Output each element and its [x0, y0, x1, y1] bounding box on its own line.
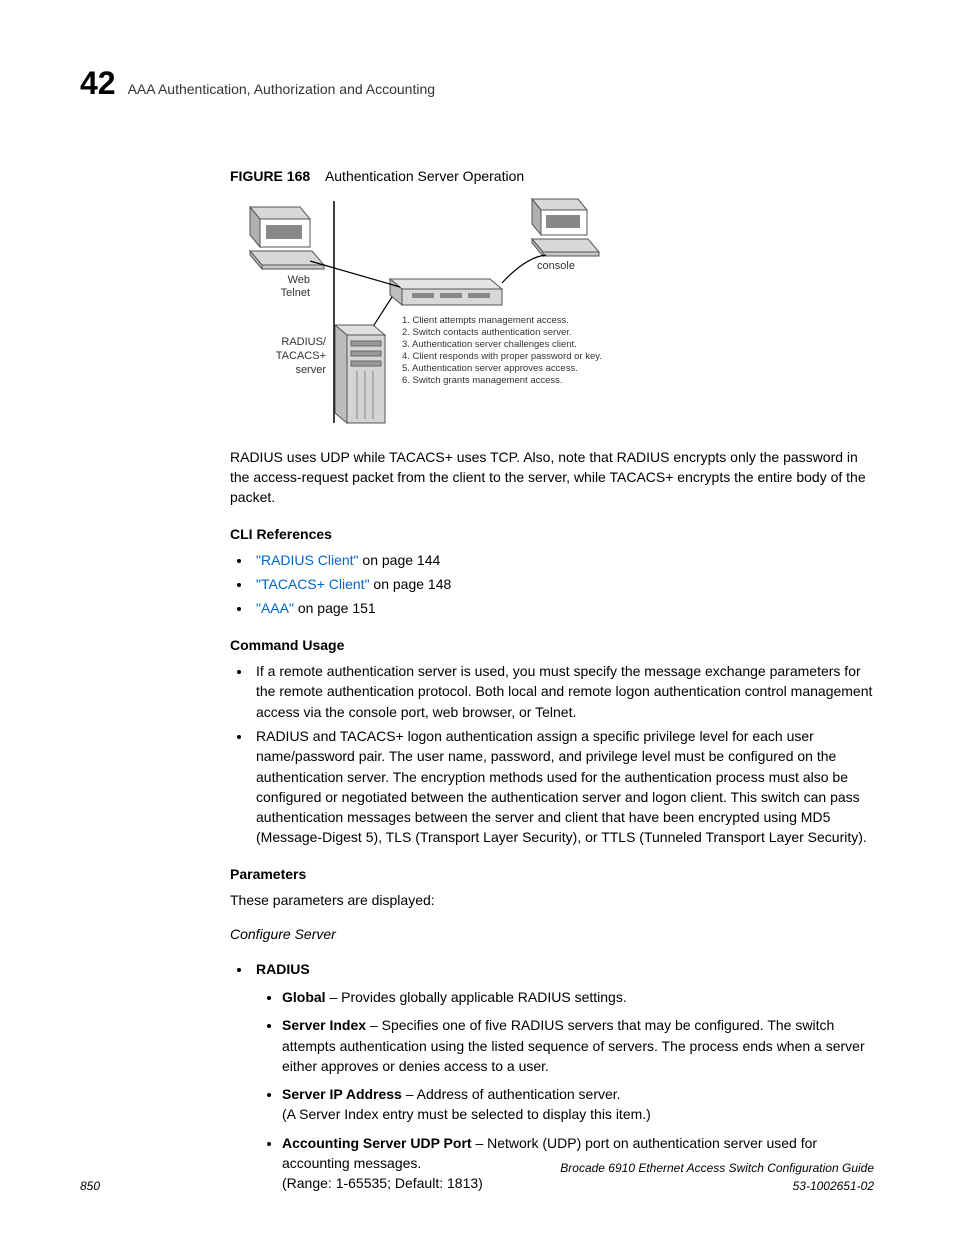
paragraph-intro: RADIUS uses UDP while TACACS+ uses TCP. …	[230, 447, 874, 508]
figure-caption: FIGURE 168 Authentication Server Operati…	[230, 166, 874, 186]
link-tacacs-client[interactable]: "TACACS+ Client"	[256, 576, 370, 592]
param-text: – Address of authentication server.	[402, 1086, 621, 1102]
link-suffix: on page 148	[370, 576, 452, 592]
param-radius: RADIUS	[256, 961, 310, 977]
fig-label-radius3: server	[295, 364, 326, 376]
configure-server-label: Configure Server	[230, 924, 874, 944]
link-suffix: on page 151	[294, 600, 376, 616]
parameters-list: RADIUS Global – Provides globally applic…	[252, 959, 874, 1194]
heading-parameters: Parameters	[230, 864, 874, 884]
list-item: RADIUS and TACACS+ logon authentication …	[252, 726, 874, 848]
page-header: 42 AAA Authentication, Authorization and…	[80, 60, 874, 106]
list-item: RADIUS Global – Provides globally applic…	[252, 959, 874, 1194]
list-item: "TACACS+ Client" on page 148	[252, 574, 874, 594]
fig-label-web: Web	[288, 274, 310, 286]
fig-label-console: console	[537, 260, 575, 272]
figure-label: FIGURE 168	[230, 168, 310, 184]
footer-doc-title: Brocade 6910 Ethernet Access Switch Conf…	[560, 1160, 874, 1177]
param-extra: (A Server Index entry must be selected t…	[282, 1106, 651, 1122]
list-item: If a remote authentication server is use…	[252, 661, 874, 722]
fig-step-1: 1. Client attempts management access.	[402, 315, 569, 326]
param-global: Global	[282, 989, 326, 1005]
param-server-ip: Server IP Address	[282, 1086, 402, 1102]
fig-label-telnet: Telnet	[281, 287, 310, 299]
param-acct-port: Accounting Server UDP Port	[282, 1135, 472, 1151]
fig-step-3: 3. Authentication server challenges clie…	[402, 339, 577, 350]
param-text: – Specifies one of five RADIUS servers t…	[282, 1017, 865, 1074]
list-item: Server Index – Specifies one of five RAD…	[282, 1015, 874, 1076]
fig-step-6: 6. Switch grants management access.	[402, 375, 563, 386]
fig-step-2: 2. Switch contacts authentication server…	[402, 327, 572, 338]
footer-page-number: 850	[80, 1178, 100, 1195]
fig-label-radius1: RADIUS/	[281, 336, 327, 348]
parameters-intro: These parameters are displayed:	[230, 890, 874, 910]
link-suffix: on page 144	[359, 552, 441, 568]
list-item: Global – Provides globally applicable RA…	[282, 987, 874, 1007]
footer-doc-id: 53-1002651-02	[560, 1178, 874, 1195]
param-text: – Provides globally applicable RADIUS se…	[326, 989, 627, 1005]
heading-command-usage: Command Usage	[230, 635, 874, 655]
figure-title: Authentication Server Operation	[325, 168, 524, 184]
list-item: Server IP Address – Address of authentic…	[282, 1084, 874, 1125]
page-footer: 850 Brocade 6910 Ethernet Access Switch …	[80, 1160, 874, 1195]
heading-cli-references: CLI References	[230, 524, 874, 544]
link-aaa[interactable]: "AAA"	[256, 600, 294, 616]
list-item: "AAA" on page 151	[252, 598, 874, 618]
chapter-title: AAA Authentication, Authorization and Ac…	[128, 79, 435, 99]
list-item: "RADIUS Client" on page 144	[252, 550, 874, 570]
command-usage-list: If a remote authentication server is use…	[252, 661, 874, 848]
link-radius-client[interactable]: "RADIUS Client"	[256, 552, 359, 568]
fig-label-radius2: TACACS+	[276, 350, 326, 362]
chapter-number: 42	[80, 60, 116, 106]
param-server-index: Server Index	[282, 1017, 366, 1033]
cli-references-list: "RADIUS Client" on page 144 "TACACS+ Cli…	[252, 550, 874, 619]
fig-step-4: 4. Client responds with proper password …	[402, 351, 602, 362]
fig-step-5: 5. Authentication server approves access…	[402, 363, 578, 374]
figure-diagram: Web Telnet console	[230, 197, 874, 427]
